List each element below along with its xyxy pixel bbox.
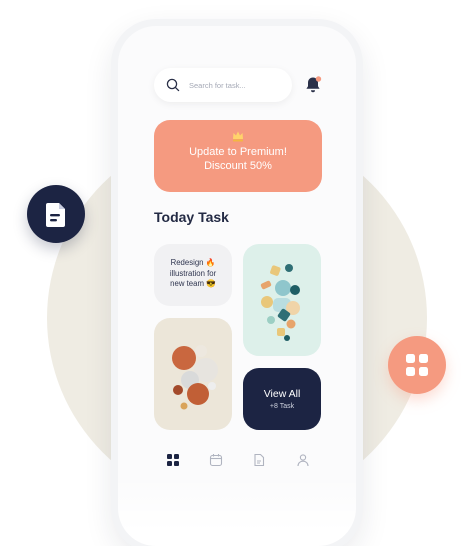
task-count: +8 Task — [269, 403, 295, 410]
grid-icon — [406, 354, 428, 376]
view-all-label: View All — [263, 388, 301, 400]
task-card-redesign[interactable]: Redesign 🔥 illustration for new team 😎 — [154, 244, 232, 306]
view-all-card[interactable]: View All +8 Task — [243, 368, 321, 430]
calendar-icon[interactable] — [209, 453, 223, 467]
task-card-3d-shapes[interactable] — [243, 244, 321, 356]
task-card-spheres[interactable] — [154, 318, 232, 430]
search-input[interactable] — [187, 79, 291, 91]
document-icon[interactable] — [252, 453, 266, 467]
abstract-shapes-image — [260, 264, 300, 341]
bottom-fade — [118, 476, 356, 546]
premium-discount: Discount 50% — [204, 160, 272, 172]
grid-badge — [388, 336, 446, 394]
spheres-image — [172, 345, 218, 410]
premium-banner[interactable]: Update to Premium! Discount 50% — [154, 120, 322, 192]
grid-icon[interactable] — [166, 453, 180, 467]
premium-title: Update to Premium! — [189, 146, 287, 158]
document-badge — [27, 185, 85, 243]
section-title: Today Task — [154, 209, 229, 225]
document-icon — [46, 203, 65, 227]
search-icon — [166, 78, 180, 92]
crown-icon — [233, 131, 243, 142]
search-bar[interactable] — [154, 68, 292, 102]
task-card-text: Redesign 🔥 illustration for new team 😎 — [169, 258, 217, 288]
bell-icon[interactable] — [302, 74, 324, 96]
phone-frame: Update to Premium! Discount 50% Today Ta… — [118, 26, 356, 546]
user-icon[interactable] — [296, 453, 310, 467]
